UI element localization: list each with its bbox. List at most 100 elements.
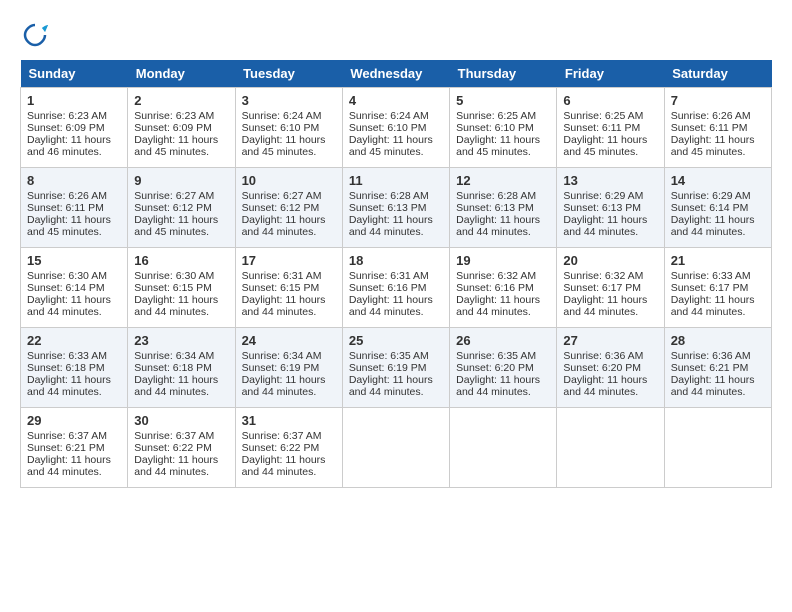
day-number: 10 bbox=[242, 173, 336, 188]
daylight-text: Daylight: 11 hours and 44 minutes. bbox=[134, 374, 218, 398]
sunset-text: Sunset: 6:17 PM bbox=[671, 282, 749, 294]
calendar-day-cell: 29 Sunrise: 6:37 AM Sunset: 6:21 PM Dayl… bbox=[21, 408, 128, 488]
sunrise-text: Sunrise: 6:29 AM bbox=[563, 190, 643, 202]
calendar-day-cell: 11 Sunrise: 6:28 AM Sunset: 6:13 PM Dayl… bbox=[342, 168, 449, 248]
calendar-day-cell: 1 Sunrise: 6:23 AM Sunset: 6:09 PM Dayli… bbox=[21, 88, 128, 168]
calendar-day-cell: 2 Sunrise: 6:23 AM Sunset: 6:09 PM Dayli… bbox=[128, 88, 235, 168]
sunrise-text: Sunrise: 6:36 AM bbox=[671, 350, 751, 362]
daylight-text: Daylight: 11 hours and 44 minutes. bbox=[134, 454, 218, 478]
sunset-text: Sunset: 6:12 PM bbox=[134, 202, 212, 214]
sunset-text: Sunset: 6:13 PM bbox=[349, 202, 427, 214]
day-number: 21 bbox=[671, 253, 765, 268]
sunrise-text: Sunrise: 6:30 AM bbox=[27, 270, 107, 282]
sunset-text: Sunset: 6:09 PM bbox=[134, 122, 212, 134]
column-header-thursday: Thursday bbox=[450, 60, 557, 88]
sunrise-text: Sunrise: 6:34 AM bbox=[242, 350, 322, 362]
sunrise-text: Sunrise: 6:33 AM bbox=[27, 350, 107, 362]
day-number: 5 bbox=[456, 93, 550, 108]
sunrise-text: Sunrise: 6:24 AM bbox=[349, 110, 429, 122]
sunrise-text: Sunrise: 6:30 AM bbox=[134, 270, 214, 282]
empty-day-cell bbox=[557, 408, 664, 488]
sunset-text: Sunset: 6:17 PM bbox=[563, 282, 641, 294]
calendar-day-cell: 22 Sunrise: 6:33 AM Sunset: 6:18 PM Dayl… bbox=[21, 328, 128, 408]
sunrise-text: Sunrise: 6:36 AM bbox=[563, 350, 643, 362]
empty-day-cell bbox=[450, 408, 557, 488]
daylight-text: Daylight: 11 hours and 44 minutes. bbox=[349, 374, 433, 398]
day-number: 30 bbox=[134, 413, 228, 428]
day-number: 23 bbox=[134, 333, 228, 348]
daylight-text: Daylight: 11 hours and 44 minutes. bbox=[456, 214, 540, 238]
day-number: 11 bbox=[349, 173, 443, 188]
calendar-day-cell: 13 Sunrise: 6:29 AM Sunset: 6:13 PM Dayl… bbox=[557, 168, 664, 248]
calendar-week-row: 1 Sunrise: 6:23 AM Sunset: 6:09 PM Dayli… bbox=[21, 88, 772, 168]
sunset-text: Sunset: 6:11 PM bbox=[27, 202, 104, 214]
day-number: 18 bbox=[349, 253, 443, 268]
sunrise-text: Sunrise: 6:26 AM bbox=[27, 190, 107, 202]
calendar-table: SundayMondayTuesdayWednesdayThursdayFrid… bbox=[20, 60, 772, 488]
daylight-text: Daylight: 11 hours and 44 minutes. bbox=[671, 214, 755, 238]
calendar-day-cell: 7 Sunrise: 6:26 AM Sunset: 6:11 PM Dayli… bbox=[664, 88, 771, 168]
sunrise-text: Sunrise: 6:25 AM bbox=[563, 110, 643, 122]
day-number: 19 bbox=[456, 253, 550, 268]
day-number: 25 bbox=[349, 333, 443, 348]
daylight-text: Daylight: 11 hours and 44 minutes. bbox=[671, 294, 755, 318]
day-number: 2 bbox=[134, 93, 228, 108]
sunset-text: Sunset: 6:09 PM bbox=[27, 122, 105, 134]
daylight-text: Daylight: 11 hours and 44 minutes. bbox=[27, 374, 111, 398]
calendar-day-cell: 25 Sunrise: 6:35 AM Sunset: 6:19 PM Dayl… bbox=[342, 328, 449, 408]
calendar-day-cell: 3 Sunrise: 6:24 AM Sunset: 6:10 PM Dayli… bbox=[235, 88, 342, 168]
sunrise-text: Sunrise: 6:35 AM bbox=[456, 350, 536, 362]
sunrise-text: Sunrise: 6:31 AM bbox=[242, 270, 322, 282]
sunset-text: Sunset: 6:11 PM bbox=[671, 122, 748, 134]
sunrise-text: Sunrise: 6:27 AM bbox=[134, 190, 214, 202]
sunrise-text: Sunrise: 6:27 AM bbox=[242, 190, 322, 202]
sunrise-text: Sunrise: 6:26 AM bbox=[671, 110, 751, 122]
sunset-text: Sunset: 6:15 PM bbox=[134, 282, 212, 294]
daylight-text: Daylight: 11 hours and 44 minutes. bbox=[27, 454, 111, 478]
daylight-text: Daylight: 11 hours and 44 minutes. bbox=[349, 214, 433, 238]
calendar-day-cell: 21 Sunrise: 6:33 AM Sunset: 6:17 PM Dayl… bbox=[664, 248, 771, 328]
day-number: 3 bbox=[242, 93, 336, 108]
sunset-text: Sunset: 6:16 PM bbox=[349, 282, 427, 294]
day-number: 1 bbox=[27, 93, 121, 108]
column-header-friday: Friday bbox=[557, 60, 664, 88]
day-number: 27 bbox=[563, 333, 657, 348]
calendar-day-cell: 20 Sunrise: 6:32 AM Sunset: 6:17 PM Dayl… bbox=[557, 248, 664, 328]
sunrise-text: Sunrise: 6:31 AM bbox=[349, 270, 429, 282]
daylight-text: Daylight: 11 hours and 45 minutes. bbox=[242, 134, 326, 158]
calendar-day-cell: 31 Sunrise: 6:37 AM Sunset: 6:22 PM Dayl… bbox=[235, 408, 342, 488]
sunset-text: Sunset: 6:21 PM bbox=[27, 442, 105, 454]
column-header-monday: Monday bbox=[128, 60, 235, 88]
daylight-text: Daylight: 11 hours and 45 minutes. bbox=[456, 134, 540, 158]
daylight-text: Daylight: 11 hours and 44 minutes. bbox=[242, 454, 326, 478]
sunset-text: Sunset: 6:22 PM bbox=[242, 442, 320, 454]
sunset-text: Sunset: 6:16 PM bbox=[456, 282, 534, 294]
calendar-day-cell: 12 Sunrise: 6:28 AM Sunset: 6:13 PM Dayl… bbox=[450, 168, 557, 248]
day-number: 7 bbox=[671, 93, 765, 108]
sunset-text: Sunset: 6:14 PM bbox=[671, 202, 749, 214]
daylight-text: Daylight: 11 hours and 44 minutes. bbox=[134, 294, 218, 318]
calendar-day-cell: 9 Sunrise: 6:27 AM Sunset: 6:12 PM Dayli… bbox=[128, 168, 235, 248]
day-number: 15 bbox=[27, 253, 121, 268]
calendar-day-cell: 24 Sunrise: 6:34 AM Sunset: 6:19 PM Dayl… bbox=[235, 328, 342, 408]
daylight-text: Daylight: 11 hours and 45 minutes. bbox=[134, 134, 218, 158]
daylight-text: Daylight: 11 hours and 46 minutes. bbox=[27, 134, 111, 158]
sunset-text: Sunset: 6:13 PM bbox=[563, 202, 641, 214]
sunset-text: Sunset: 6:22 PM bbox=[134, 442, 212, 454]
sunset-text: Sunset: 6:15 PM bbox=[242, 282, 320, 294]
sunrise-text: Sunrise: 6:25 AM bbox=[456, 110, 536, 122]
calendar-day-cell: 23 Sunrise: 6:34 AM Sunset: 6:18 PM Dayl… bbox=[128, 328, 235, 408]
sunrise-text: Sunrise: 6:24 AM bbox=[242, 110, 322, 122]
column-header-saturday: Saturday bbox=[664, 60, 771, 88]
day-number: 14 bbox=[671, 173, 765, 188]
day-number: 22 bbox=[27, 333, 121, 348]
sunset-text: Sunset: 6:18 PM bbox=[27, 362, 105, 374]
day-number: 28 bbox=[671, 333, 765, 348]
day-number: 13 bbox=[563, 173, 657, 188]
sunset-text: Sunset: 6:14 PM bbox=[27, 282, 105, 294]
day-number: 24 bbox=[242, 333, 336, 348]
sunset-text: Sunset: 6:19 PM bbox=[349, 362, 427, 374]
calendar-day-cell: 27 Sunrise: 6:36 AM Sunset: 6:20 PM Dayl… bbox=[557, 328, 664, 408]
sunrise-text: Sunrise: 6:37 AM bbox=[134, 430, 214, 442]
day-number: 9 bbox=[134, 173, 228, 188]
